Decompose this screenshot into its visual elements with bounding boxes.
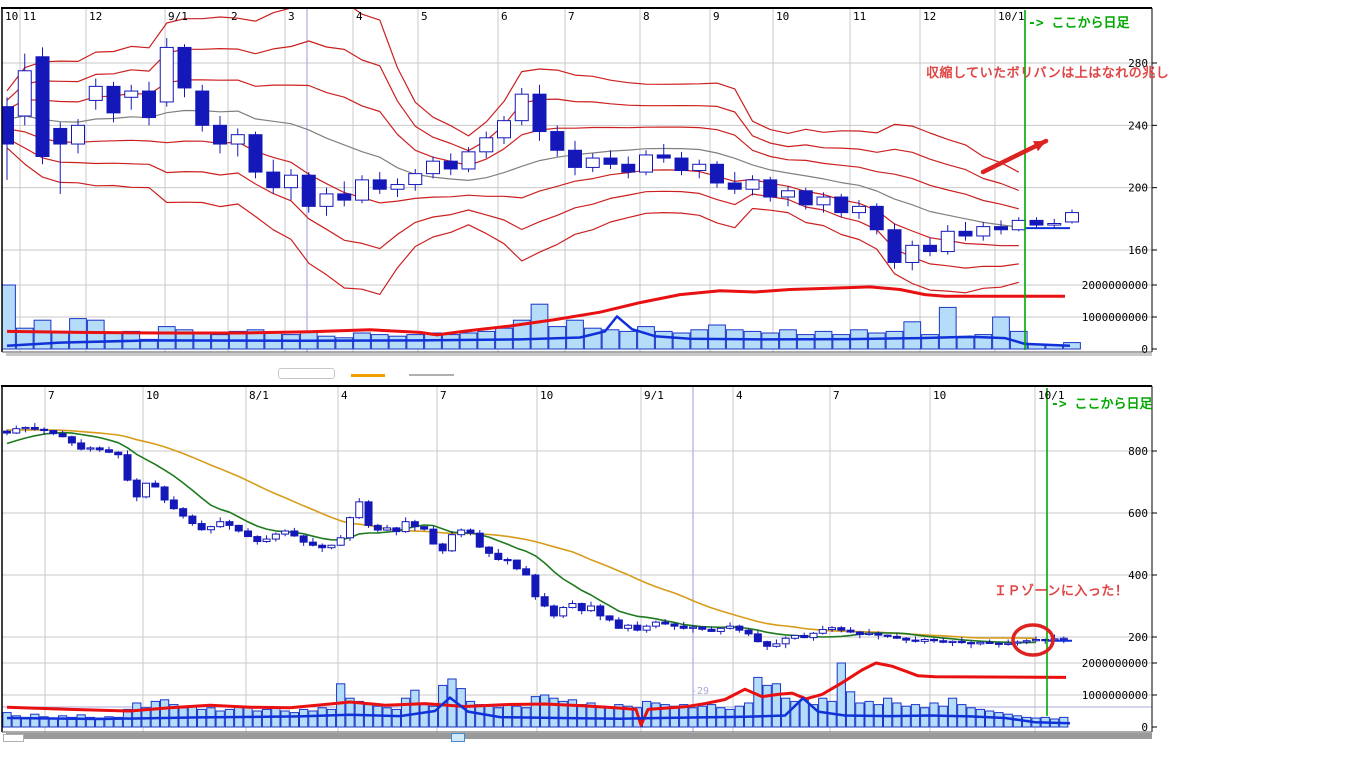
x-axis-label: 10 [540, 389, 553, 402]
x-axis-label: 7 [568, 10, 575, 23]
charts-canvas[interactable]: 1011129/12345678910111210/12802402001602… [0, 0, 1366, 768]
y-axis-label: 1000000000 [1082, 311, 1148, 324]
x-axis-label: 5 [421, 10, 428, 23]
bottom-scroll-thumb[interactable] [451, 733, 465, 742]
y-axis-label: 200 [1128, 182, 1148, 195]
x-axis-label: 7 [48, 389, 55, 402]
x-axis-label: 4 [736, 389, 743, 402]
x-axis-label: 10 [146, 389, 159, 402]
x-axis-label: 11 [853, 10, 866, 23]
x-axis-label: 8 [643, 10, 650, 23]
y-axis-label: 800 [1128, 445, 1148, 458]
chart2-faint-value-label: -29 [691, 686, 709, 697]
y-axis-label: 240 [1128, 119, 1148, 132]
x-axis-label: 10 [776, 10, 789, 23]
daily-chart-candles [4, 423, 1068, 650]
chart2-green-note: -> ここから日足 [1051, 398, 1152, 412]
x-axis-label: 10/1 [998, 10, 1025, 23]
y-axis-label: 2000000000 [1082, 279, 1148, 292]
x-axis-label: 12 [923, 10, 936, 23]
daily-chart-plot-area[interactable] [2, 386, 1152, 732]
x-axis-label: 4 [356, 10, 363, 23]
y-axis-label: 400 [1128, 569, 1148, 582]
bottom-left-handle[interactable] [3, 734, 24, 742]
x-axis-label: 12 [89, 10, 102, 23]
legend-gray-line-key [409, 374, 454, 376]
y-axis-label: 1000000000 [1082, 689, 1148, 702]
chart1-green-note: -> ここから日足 [1028, 17, 1129, 31]
plot-shadow [6, 733, 1152, 739]
y-axis-label: 160 [1128, 244, 1148, 257]
chart2-red-note: ＩＰゾーンに入った！ [994, 585, 1128, 599]
legend-box-fragment [278, 368, 335, 379]
x-axis-label: 8/1 [249, 389, 269, 402]
x-axis-label: 10 [933, 389, 946, 402]
x-axis-label: 9/1 [644, 389, 664, 402]
x-axis-label: 7 [833, 389, 840, 402]
weekly-chart-plot-area[interactable] [0, 0, 1152, 352]
x-axis-label: 7 [440, 389, 447, 402]
chart1-red-note: 収縮していたボリバンは上はなれの兆し [926, 67, 1169, 81]
x-axis-label: 6 [501, 10, 508, 23]
stock-charting-screenshot: 1011129/12345678910111210/12802402001602… [0, 0, 1366, 768]
y-axis-label: 0 [1141, 721, 1148, 734]
x-axis-label: 11 [23, 10, 36, 23]
y-axis-label: 2000000000 [1082, 657, 1148, 670]
y-axis-label: 600 [1128, 507, 1148, 520]
x-axis-label: 10 [5, 10, 18, 23]
x-axis-label: 9/1 [168, 10, 188, 23]
plot-shadow [6, 353, 1152, 356]
legend-orange-line-key [351, 374, 385, 377]
x-axis-label: 2 [231, 10, 238, 23]
y-axis-label: 0 [1141, 343, 1148, 356]
x-axis-label: 4 [341, 389, 348, 402]
y-axis-label: 200 [1128, 631, 1148, 644]
x-axis-label: 3 [288, 10, 295, 23]
x-axis-label: 9 [713, 10, 720, 23]
